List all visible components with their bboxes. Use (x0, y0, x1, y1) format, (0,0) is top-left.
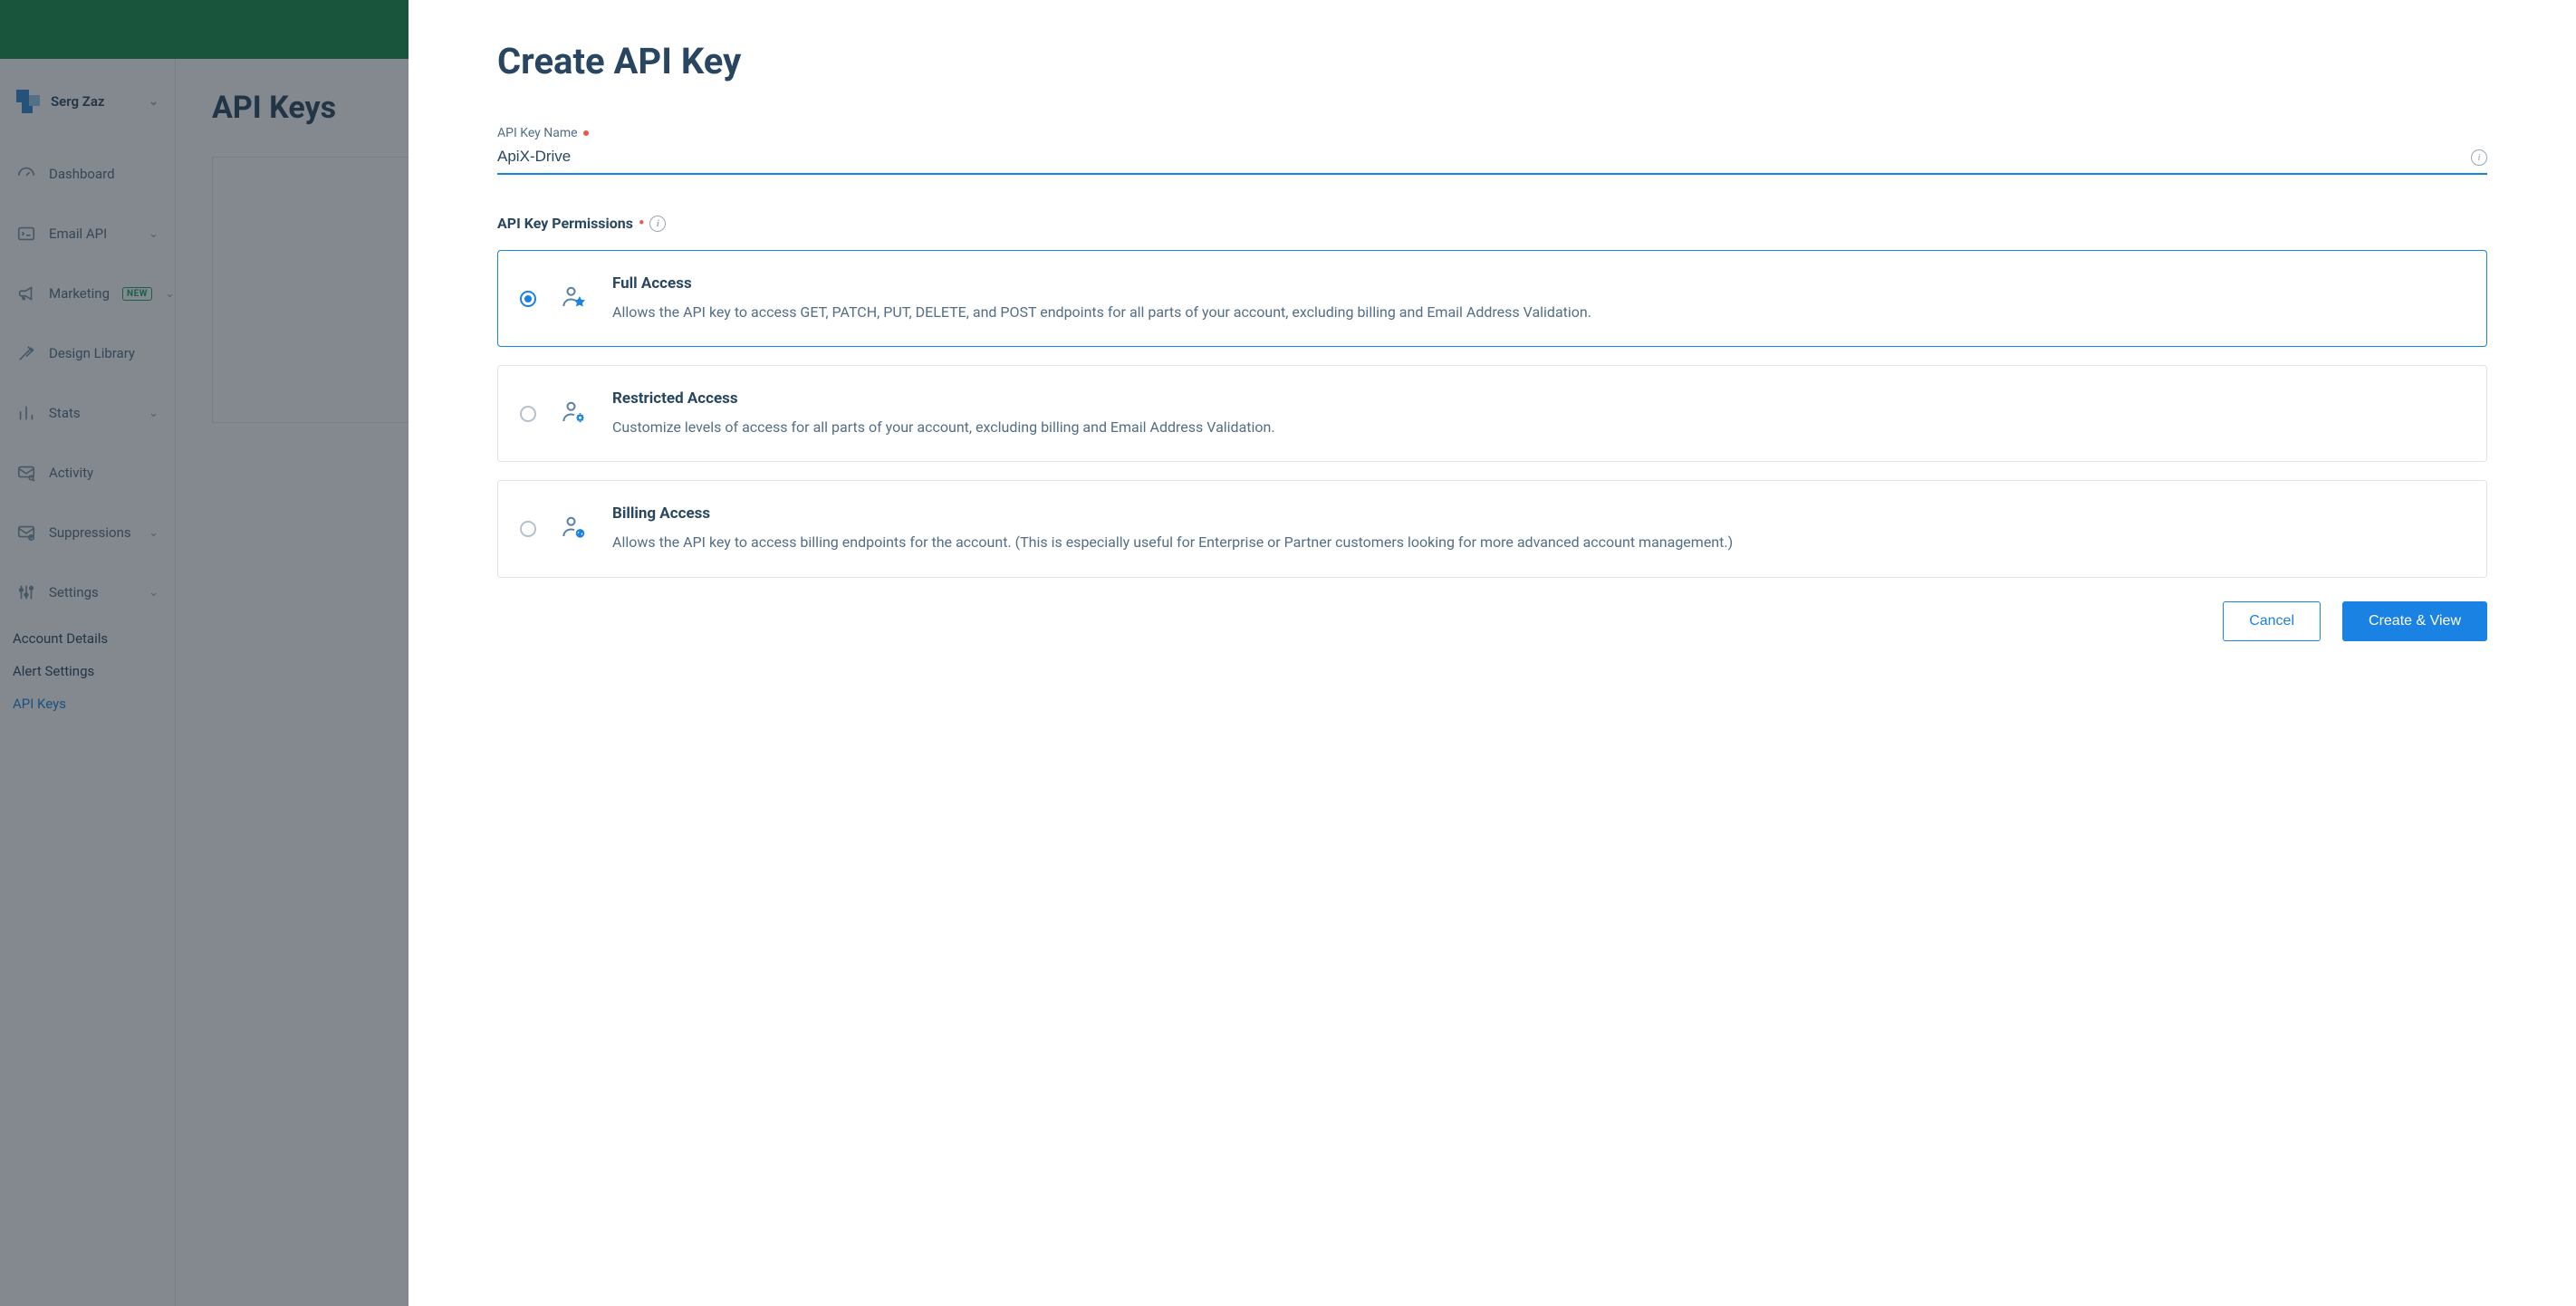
modal-actions: Cancel Create & View (497, 601, 2487, 641)
radio-icon (520, 521, 536, 537)
api-key-name-field: API Key Name i (497, 126, 2487, 175)
create-view-button[interactable]: Create & View (2342, 601, 2487, 641)
api-key-name-label: API Key Name (497, 126, 578, 140)
permission-title: Billing Access (612, 504, 1733, 523)
permission-description: Allows the API key to access GET, PATCH,… (612, 302, 1591, 322)
cancel-button[interactable]: Cancel (2223, 601, 2321, 641)
permission-option-full-access[interactable]: Full Access Allows the API key to access… (497, 250, 2487, 347)
radio-icon (520, 406, 536, 422)
permission-description: Allows the API key to access billing end… (612, 532, 1733, 552)
api-key-name-input[interactable] (497, 142, 2487, 175)
info-icon[interactable]: i (2471, 149, 2487, 166)
user-star-icon (560, 283, 589, 314)
info-icon[interactable]: i (649, 216, 666, 232)
create-api-key-panel: Create API Key API Key Name i API Key Pe… (409, 0, 2576, 1306)
permission-title: Full Access (612, 274, 1591, 293)
permission-title: Restricted Access (612, 389, 1275, 408)
permissions-section-label: API Key Permissions • i (497, 215, 2487, 232)
permission-option-billing-access[interactable]: Billing Access Allows the API key to acc… (497, 480, 2487, 577)
user-gear-icon (560, 399, 589, 429)
user-dollar-icon (560, 514, 589, 544)
required-indicator-icon (583, 130, 589, 136)
permission-option-restricted-access[interactable]: Restricted Access Customize levels of ac… (497, 365, 2487, 462)
permission-description: Customize levels of access for all parts… (612, 417, 1275, 437)
permissions-label-text: API Key Permissions (497, 215, 633, 232)
modal-title: Create API Key (497, 40, 2487, 82)
radio-icon (520, 291, 536, 307)
